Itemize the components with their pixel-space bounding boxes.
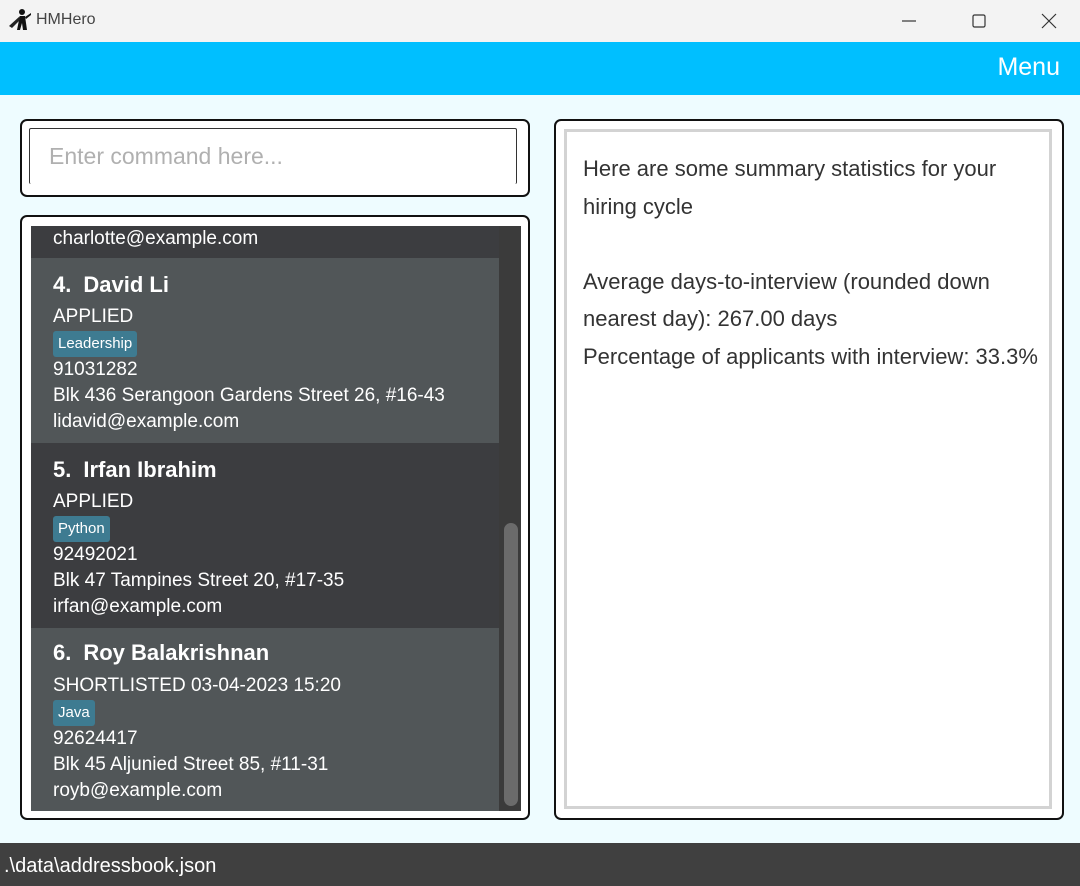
applicant-phone: 92624417 — [53, 728, 138, 749]
result-display-panel: Here are some summary statistics for you… — [554, 119, 1064, 820]
list-item[interactable]: 5. Irfan Ibrahim APPLIED Python 92492021 … — [31, 443, 499, 628]
minimize-icon — [902, 20, 916, 22]
close-button[interactable] — [1014, 0, 1080, 42]
stats-heading: Here are some summary statistics for you… — [583, 156, 997, 219]
list-item[interactable]: 4. David Li APPLIED Leadership 91031282 B… — [31, 258, 499, 443]
applicant-status: APPLIED — [53, 491, 134, 512]
applicant-name: 5. Irfan Ibrahim — [53, 457, 217, 482]
applicant-phone: 92492021 — [53, 544, 138, 565]
stats-average-days: Average days-to-interview (rounded down … — [583, 268, 990, 332]
applicant-name: 6. Roy Balakrishnan — [53, 640, 270, 665]
menu-bar: Menu — [0, 42, 1080, 95]
title-bar: HMHero — [0, 0, 1080, 42]
stats-percentage: Percentage of applicants with interview:… — [583, 343, 1038, 369]
list-scrollbar-thumb[interactable] — [504, 523, 518, 806]
applicant-email: royb@example.com — [53, 780, 223, 801]
summary-statistics: Here are some summary statistics for you… — [583, 150, 1043, 375]
applicant-list[interactable]: charlotte@example.com 4. David Li APPLIED… — [31, 226, 521, 811]
close-icon — [1041, 13, 1057, 29]
applicant-tag: Java — [53, 700, 95, 726]
result-display[interactable]: Here are some summary statistics for you… — [564, 129, 1052, 809]
list-item[interactable]: 6. Roy Balakrishnan SHORTLISTED 03-04-202… — [31, 628, 499, 811]
applicant-tag: Python — [53, 516, 110, 542]
applicant-name: 4. David Li — [53, 272, 169, 297]
applicant-address: Blk 436 Serangoon Gardens Street 26, #16… — [53, 385, 445, 406]
maximize-icon — [972, 14, 986, 28]
hero-cape-icon — [8, 8, 32, 32]
applicant-list-panel: charlotte@example.com 4. David Li APPLIED… — [20, 215, 530, 820]
command-box — [20, 119, 530, 197]
maximize-button[interactable] — [944, 0, 1014, 42]
applicant-phone: 91031282 — [53, 359, 138, 380]
window-title: HMHero — [36, 11, 96, 28]
applicant-address: Blk 45 Aljunied Street 85, #11-31 — [53, 754, 329, 775]
applicant-email: irfan@example.com — [53, 596, 223, 617]
applicant-status: SHORTLISTED 03-04-2023 15:20 — [53, 675, 341, 696]
status-bar: .\data\addressbook.json — [0, 843, 1080, 886]
command-input[interactable] — [29, 128, 517, 184]
data-file-path: .\data\addressbook.json — [4, 855, 217, 877]
list-item-partial[interactable]: charlotte@example.com — [31, 226, 499, 258]
minimize-button[interactable] — [874, 0, 944, 42]
applicant-address: Blk 47 Tampines Street 20, #17-35 — [53, 570, 345, 591]
applicant-email: lidavid@example.com — [53, 411, 240, 432]
applicant-tag: Leadership — [53, 331, 138, 357]
applicant-email: charlotte@example.com — [53, 228, 259, 249]
applicant-status: APPLIED — [53, 306, 134, 327]
menu-button[interactable]: Menu — [997, 53, 1060, 82]
